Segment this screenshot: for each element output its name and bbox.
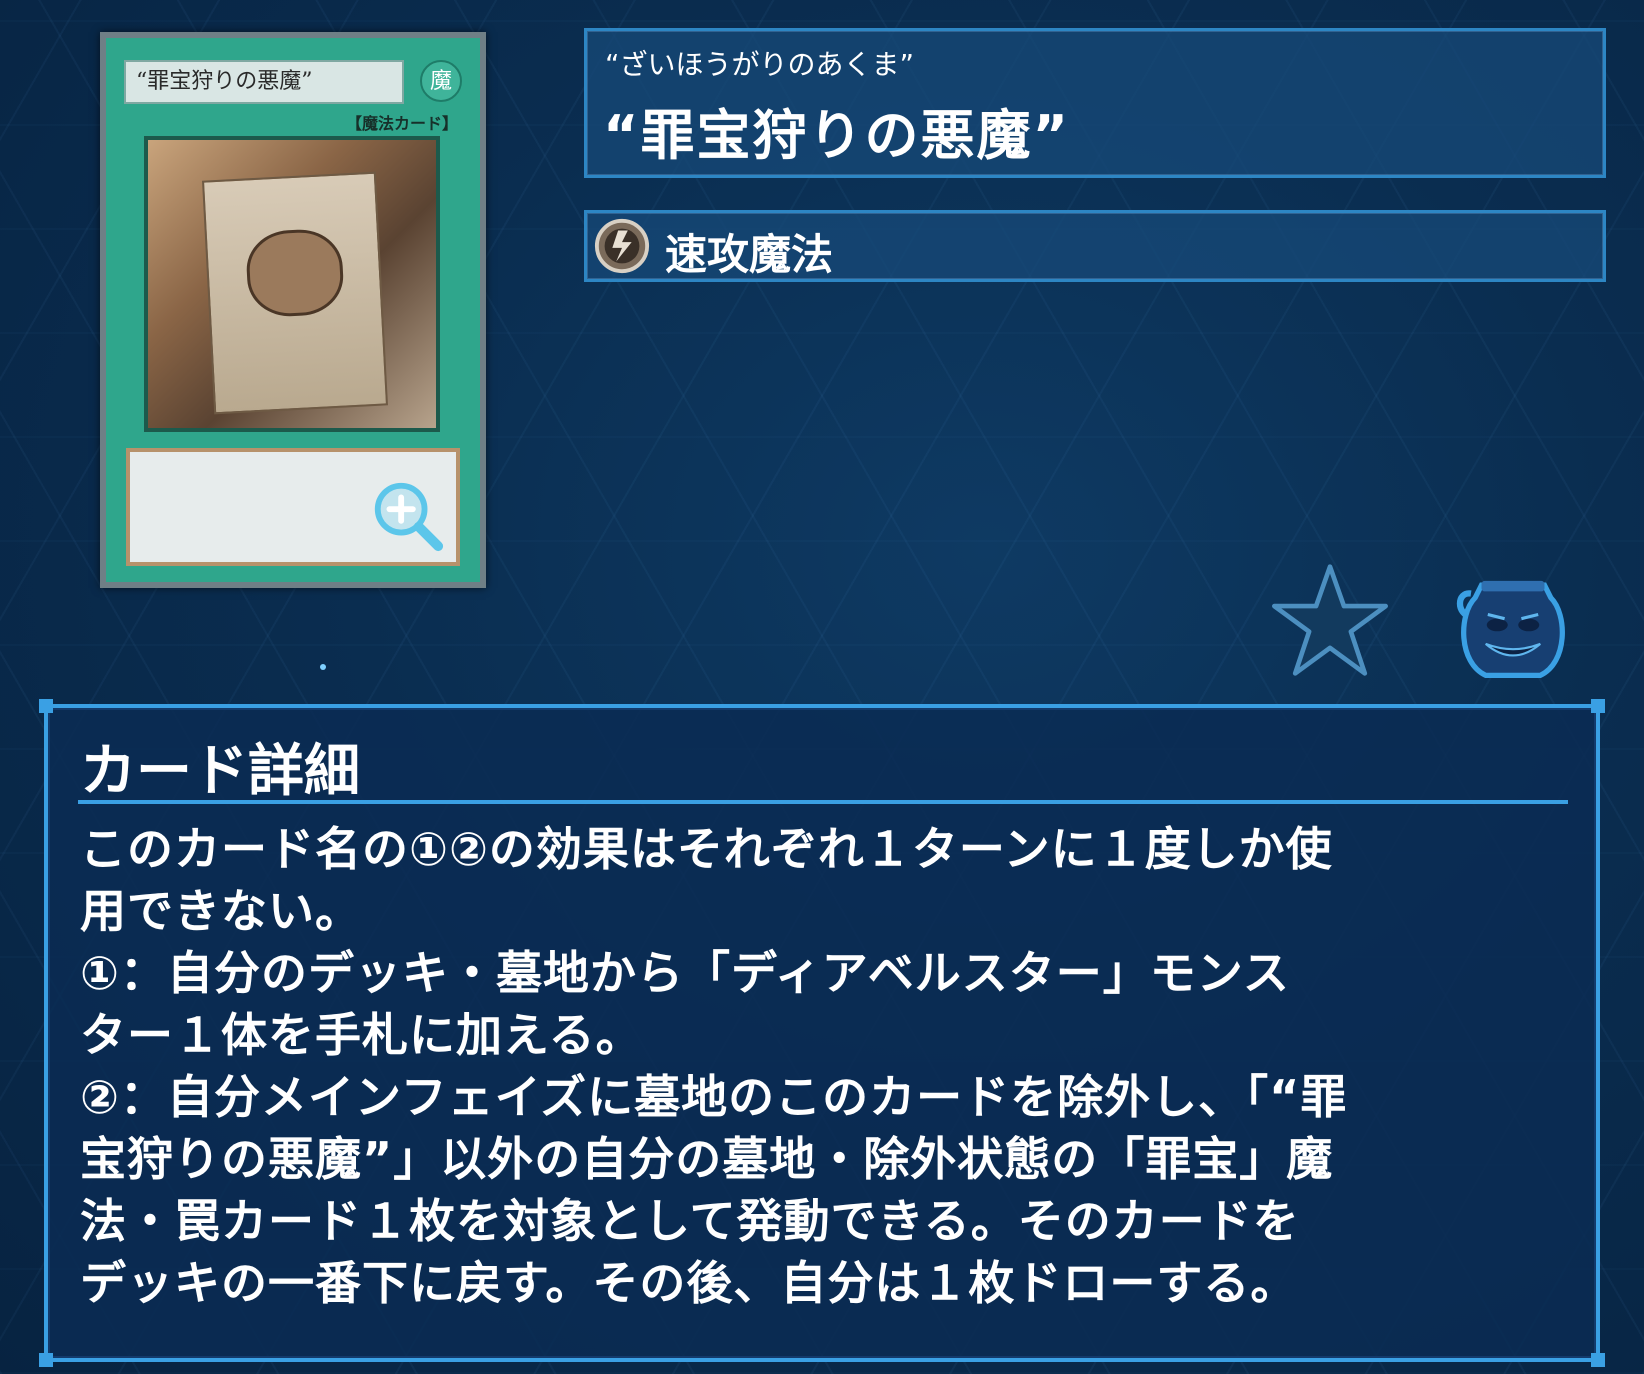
effect-text-line: 宝狩りの悪魔”」以外の自分の墓地・除外状態の「罪宝」魔 (80, 1132, 1334, 1186)
card-name-reading: “ざいほうがりのあくま” (605, 48, 915, 81)
card-detail-heading: カード詳細 (80, 739, 360, 804)
card-image-type-line: 【魔法カード】 (345, 114, 458, 133)
card-name-panel: “ざいほうがりのあくま” “罪宝狩りの悪魔” (584, 28, 1606, 178)
heading-divider (78, 800, 1568, 804)
panel-corner (39, 1353, 53, 1367)
panel-corner (1591, 1353, 1605, 1367)
magnifier-plus-icon[interactable] (368, 476, 446, 554)
effect-text-line: 法・罠カード１枚を対象として発動できる。そのカードを (80, 1194, 1300, 1248)
effect-text-line: ②：自分メインフェイズに墓地のこのカードを除外し、「“罪 (80, 1070, 1348, 1124)
card-name: “罪宝狩りの悪魔” (603, 104, 1070, 167)
card-image-text-box (126, 448, 460, 566)
card-image[interactable]: “罪宝狩りの悪魔” 魔 【魔法カード】 (100, 32, 486, 588)
effect-text-line: 用できない。 (80, 884, 362, 938)
card-type-panel: 速攻魔法 (584, 210, 1606, 282)
wanted-poster-art (201, 171, 389, 415)
panel-corner (1591, 699, 1605, 713)
star-icon[interactable] (1272, 562, 1388, 678)
card-attribute-badge: 魔 (420, 60, 462, 102)
card-artwork (144, 136, 440, 432)
effect-text-line: このカード名の①②の効果はそれぞれ１ターンに１度しか使 (80, 822, 1333, 876)
card-detail-panel: カード詳細 このカード名の①②の効果はそれぞれ１ターンに１度しか使 用できない。… (39, 699, 1605, 1367)
card-image-name-plate: “罪宝狩りの悪魔” (124, 60, 404, 104)
sparkle-decoration (320, 664, 326, 670)
spell-type-label: 速攻魔法 (665, 230, 834, 279)
effect-text-line: ①：自分のデッキ・墓地から「ディアベルスター」モンス (80, 946, 1290, 1000)
card-effect-text: このカード名の①②の効果はそれぞれ１ターンに１度しか使 用できない。 ①：自分の… (80, 818, 1570, 1314)
effect-text-line: ター１体を手札に加える。 (80, 1008, 643, 1062)
pot-of-greed-icon[interactable] (1450, 562, 1576, 688)
poster-face-art (244, 227, 346, 319)
quick-play-spell-icon (594, 218, 650, 274)
panel-corner (39, 699, 53, 713)
effect-text-line: デッキの一番下に戻す。その後、自分は１枚ドローする。 (80, 1256, 1298, 1310)
